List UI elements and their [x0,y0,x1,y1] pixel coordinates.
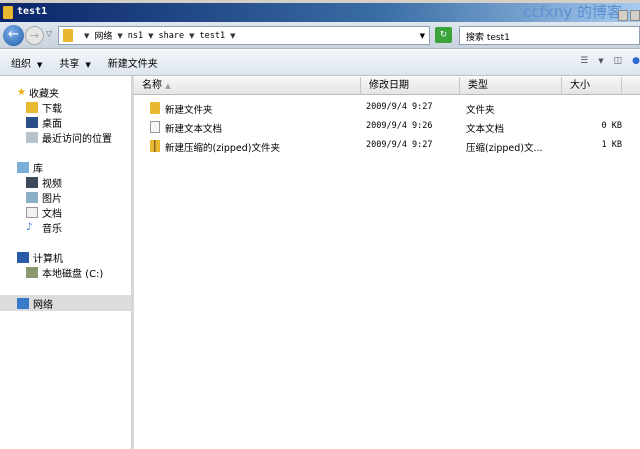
navigation-pane: ★ 收藏夹 下载 桌面 最近访问的位置 库 视频 图片 文档 ♪ 音乐 计算机 本地… [0,76,131,449]
file-type: 压缩(zipped)文... [466,143,543,154]
share-button[interactable]: 共享 ▼ [59,55,90,70]
watermark: ccfxny 的博客 [523,3,622,21]
help-icon[interactable]: ● [632,56,640,66]
column-label: 名称 [142,80,162,91]
nav-network[interactable]: 网络 [17,296,53,311]
file-row[interactable]: 新建压缩的(zipped)文件夹 2009/9/4 9:27 压缩(zipped… [134,138,640,155]
chevron-icon[interactable]: ▼ [148,32,153,40]
nav-label: 桌面 [42,118,62,130]
folder-icon [150,102,160,114]
file-date: 2009/9/4 9:27 [366,140,433,150]
window-title: test1 [17,6,48,17]
nav-recent[interactable]: 最近访问的位置 [26,130,112,145]
library-icon [17,161,29,173]
nav-libraries[interactable]: 库 [17,160,43,175]
nav-label: 计算机 [33,253,63,265]
column-type[interactable]: 类型 [460,77,562,95]
download-icon [26,101,38,113]
preview-pane-icon[interactable]: ◫ [614,56,623,66]
nav-videos[interactable]: 视频 [26,175,62,190]
nav-label: 文档 [42,208,62,220]
nav-label: 视频 [42,178,62,190]
folder-icon [63,29,73,42]
pictures-icon [26,191,38,203]
desktop-icon [26,116,38,128]
search-input[interactable]: 搜索 test1 [459,26,640,45]
command-bar: 组织 ▼ 共享 ▼ 新建文件夹 ☰ ▼ ◫ ● [0,50,640,76]
file-name: 新建文件夹 [165,105,213,116]
breadcrumb-test1[interactable]: test1 [200,31,226,41]
nav-label: 网络 [33,299,53,311]
nav-label: 音乐 [42,223,62,235]
document-icon [26,206,38,218]
nav-music[interactable]: ♪ 音乐 [26,220,62,235]
column-header: 名称 ▲ 修改日期 类型 大小 [134,77,640,95]
file-row[interactable]: 新建文本文档 2009/9/4 9:26 文本文档 0 KB [134,119,640,136]
nav-computer[interactable]: 计算机 [17,250,63,265]
maximize-button[interactable] [630,10,640,21]
computer-icon [17,251,29,263]
nav-label: 下载 [42,103,62,115]
chevron-icon[interactable]: ▼ [84,32,89,40]
back-button[interactable]: ← [3,25,24,46]
network-icon [17,297,29,309]
nav-favorites[interactable]: ★ 收藏夹 [17,85,59,100]
nav-label: 本地磁盘 (C:) [42,268,104,280]
nav-desktop[interactable]: 桌面 [26,115,62,130]
column-date[interactable]: 修改日期 [361,77,460,95]
new-folder-button[interactable]: 新建文件夹 [108,55,158,70]
file-type: 文本文档 [466,124,505,135]
nav-label: 库 [33,163,43,175]
column-size[interactable]: 大小 [562,77,622,95]
file-size: 0 KB [601,121,622,131]
nav-downloads[interactable]: 下载 [26,100,62,115]
chevron-icon[interactable]: ▼ [189,32,194,40]
file-row[interactable]: 新建文件夹 2009/9/4 9:27 文件夹 [134,100,640,117]
chevron-icon[interactable]: ▼ [230,32,235,40]
file-size: 1 KB [601,140,622,150]
column-name[interactable]: 名称 ▲ [134,77,361,95]
forward-button[interactable]: → [25,26,44,45]
file-date: 2009/9/4 9:26 [366,121,433,131]
minimize-button[interactable] [618,10,628,21]
folder-icon [3,6,13,19]
history-dropdown-icon[interactable]: ▽ [46,29,52,38]
refresh-button[interactable]: ↻ [435,27,452,43]
text-file-icon [150,121,160,133]
share-label: 共享 [59,59,80,70]
file-type: 文件夹 [466,105,495,116]
star-icon: ★ [17,86,26,98]
organize-button[interactable]: 组织 ▼ [11,55,42,70]
address-row: ← → ▽ ▼ 网络 ▼ ns1 ▼ share ▼ test1 ▼ ▼ ↻ 搜… [0,22,640,49]
breadcrumb-share[interactable]: share [159,31,185,41]
file-name: 新建文本文档 [165,124,223,135]
nav-documents[interactable]: 文档 [26,205,62,220]
zip-folder-icon [150,140,160,152]
recent-places-icon [26,131,38,143]
view-dropdown-icon[interactable]: ▼ [598,57,603,65]
sort-ascending-icon: ▲ [165,82,171,90]
title-bar: test1 ccfxny 的博客 [0,0,640,22]
breadcrumb-ns1[interactable]: ns1 [128,31,143,41]
music-icon: ♪ [26,221,33,233]
nav-pictures[interactable]: 图片 [26,190,62,205]
nav-label: 收藏夹 [28,88,59,100]
nav-label: 最近访问的位置 [42,133,112,145]
video-icon [26,176,38,188]
drive-icon [26,266,38,278]
nav-local-disk[interactable]: 本地磁盘 (C:) [26,265,104,280]
organize-label: 组织 [11,59,31,70]
nav-label: 图片 [42,193,62,205]
view-options-icon[interactable]: ☰ [580,56,588,66]
chevron-icon[interactable]: ▼ [117,32,122,40]
file-name: 新建压缩的(zipped)文件夹 [165,143,280,154]
file-date: 2009/9/4 9:27 [366,102,433,112]
address-dropdown-icon[interactable]: ▼ [420,32,425,40]
address-bar[interactable]: ▼ 网络 ▼ ns1 ▼ share ▼ test1 ▼ ▼ [58,26,430,45]
breadcrumb-network[interactable]: 网络 [94,29,112,42]
